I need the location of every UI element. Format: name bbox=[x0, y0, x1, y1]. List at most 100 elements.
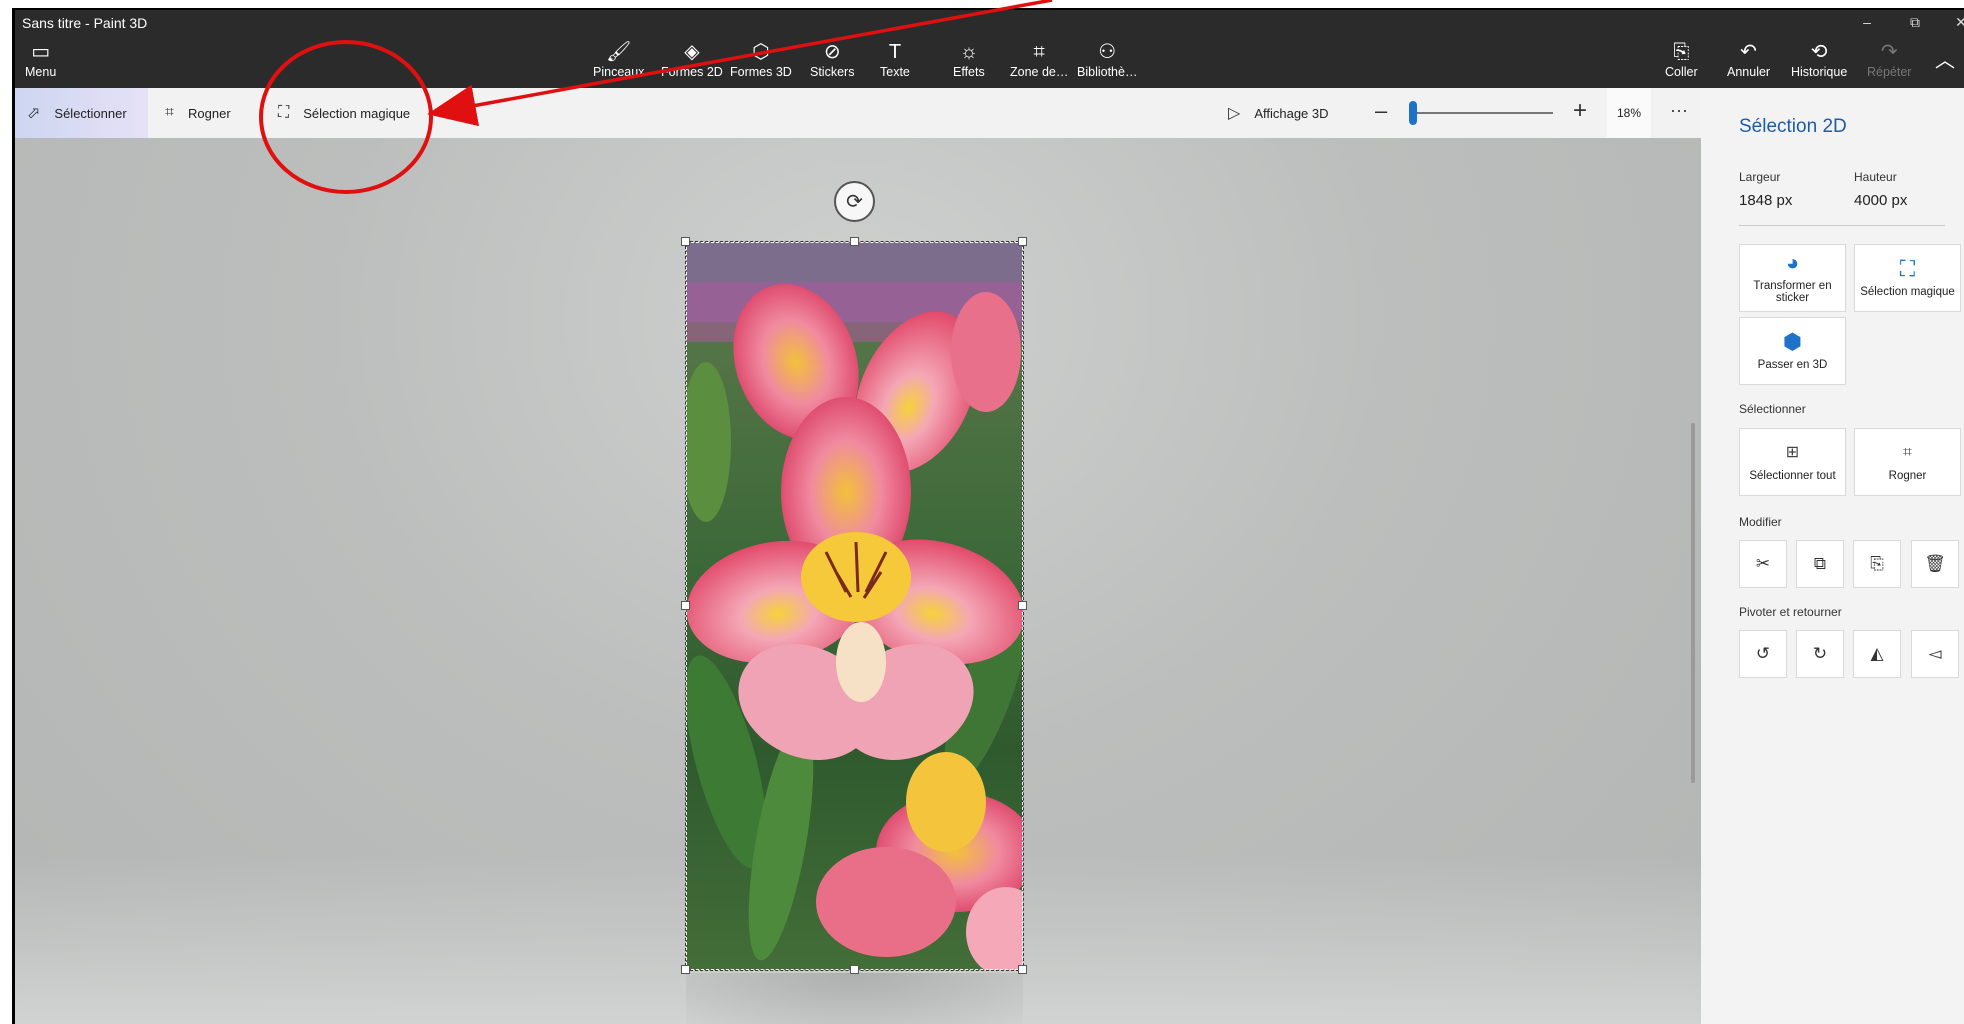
panel-crop-button[interactable]: ⌗ Rogner bbox=[1854, 428, 1961, 496]
width-value[interactable]: 1848 px bbox=[1739, 192, 1792, 209]
effects-label: Effets bbox=[953, 65, 985, 79]
restore-button[interactable]: ⧉ bbox=[1895, 14, 1935, 31]
paste-label: Coller bbox=[1665, 65, 1698, 79]
stickers-button[interactable]: ⊘ Stickers bbox=[810, 41, 854, 79]
panel-crop-label: Rogner bbox=[1888, 470, 1927, 482]
minimize-button[interactable]: – bbox=[1847, 14, 1887, 30]
canvas-label: Zone de… bbox=[1010, 65, 1069, 79]
make-sticker-button[interactable]: ◕ Transformer en sticker bbox=[1739, 244, 1846, 312]
select-tool-button[interactable]: ⬀ Sélectionner bbox=[15, 88, 148, 138]
shapes-2d-label: Formes 2D bbox=[661, 65, 723, 79]
undo-icon: ↶ bbox=[1740, 41, 1757, 63]
canvas-area[interactable]: ⟳ bbox=[15, 138, 1701, 1024]
more-options-icon[interactable]: ··· bbox=[1670, 100, 1688, 121]
cube-icon: ⬡ bbox=[752, 41, 770, 63]
copy-icon[interactable]: ⧉ bbox=[1796, 540, 1844, 588]
canvas-crop-icon: ⌗ bbox=[1033, 41, 1045, 63]
resize-handle-top-right[interactable] bbox=[1018, 237, 1027, 246]
magic-select-icon: ⛶ bbox=[1899, 256, 1916, 281]
shapes-2d-icon: ◈ bbox=[684, 41, 700, 63]
shapes-2d-button[interactable]: ◈ Formes 2D bbox=[661, 41, 723, 79]
resize-handle-bottom[interactable] bbox=[850, 965, 859, 974]
sticker-icon: ◕ bbox=[1785, 250, 1800, 275]
redo-icon: ↷ bbox=[1880, 41, 1898, 63]
sun-icon: ☼ bbox=[959, 41, 979, 63]
view-3d-toggle[interactable]: ▷ Affichage 3D bbox=[1228, 88, 1329, 138]
text-label: Texte bbox=[880, 65, 910, 79]
rotate-handle-icon[interactable]: ⟳ bbox=[834, 181, 875, 222]
shapes-3d-button[interactable]: ⬡ Formes 3D bbox=[730, 41, 792, 79]
panel-title: Sélection 2D bbox=[1739, 116, 1847, 137]
height-value[interactable]: 4000 px bbox=[1854, 192, 1907, 209]
library-button[interactable]: ⚇ Bibliothè… bbox=[1077, 41, 1137, 79]
make-3d-label: Passer en 3D bbox=[1757, 359, 1828, 371]
history-button[interactable]: ⟲ Historique bbox=[1791, 41, 1847, 79]
zoom-slider[interactable] bbox=[1410, 112, 1553, 114]
resize-handle-right[interactable] bbox=[1018, 601, 1027, 610]
crop-icon: ⌗ bbox=[165, 104, 175, 121]
selection-2d-panel: Sélection 2D Largeur 1848 px Hauteur 400… bbox=[1701, 88, 1964, 1024]
brushes-button[interactable]: 🖌 Pinceaux bbox=[593, 41, 644, 79]
paste-icon[interactable]: ⎘ bbox=[1853, 540, 1901, 588]
zoom-out-button[interactable]: – bbox=[1375, 98, 1387, 124]
rotate-left-icon[interactable]: ↺ bbox=[1739, 630, 1787, 678]
paste-button[interactable]: ⎘ Coller bbox=[1665, 41, 1698, 79]
text-button[interactable]: T Texte bbox=[880, 41, 910, 79]
undo-label: Annuler bbox=[1727, 65, 1771, 79]
make-3d-button[interactable]: ⬢ Passer en 3D bbox=[1739, 317, 1846, 385]
select-all-label: Sélectionner tout bbox=[1749, 470, 1836, 482]
view-3d-label: Affichage 3D bbox=[1254, 105, 1329, 121]
select-all-icon: ⊞ bbox=[1785, 444, 1800, 461]
collapse-ribbon-button[interactable]: ︿ bbox=[1935, 50, 1955, 72]
flip-horizontal-icon[interactable]: ◭ bbox=[1853, 630, 1901, 678]
app-window: Sans titre - Paint 3D – ⧉ ✕ ▭ Menu 🖌 Pin… bbox=[12, 8, 1964, 1024]
panel-magic-select-label: Sélection magique bbox=[1860, 286, 1955, 298]
zoom-percentage[interactable]: 18% bbox=[1607, 88, 1651, 138]
delete-icon[interactable]: 🗑 bbox=[1911, 540, 1959, 588]
stickers-label: Stickers bbox=[810, 65, 855, 79]
redo-label: Répéter bbox=[1867, 65, 1912, 79]
menu-label: Menu bbox=[25, 65, 57, 79]
cut-icon[interactable]: ✂ bbox=[1739, 540, 1787, 588]
make-sticker-label: Transformer en sticker bbox=[1753, 280, 1832, 304]
panel-divider bbox=[1739, 225, 1945, 226]
undo-button[interactable]: ↶ Annuler bbox=[1727, 41, 1770, 79]
magic-select-icon: ⛶ bbox=[278, 104, 290, 121]
resize-handle-bottom-right[interactable] bbox=[1018, 965, 1027, 974]
rotate-section-label: Pivoter et retourner bbox=[1739, 605, 1842, 619]
library-icon: ⚇ bbox=[1098, 41, 1117, 63]
zoom-slider-thumb[interactable] bbox=[1408, 101, 1417, 125]
folder-icon: ▭ bbox=[31, 41, 51, 63]
crop-tool-label: Rogner bbox=[188, 105, 231, 121]
width-label: Largeur bbox=[1739, 170, 1781, 184]
select-all-button[interactable]: ⊞ Sélectionner tout bbox=[1739, 428, 1846, 496]
effects-button[interactable]: ☼ Effets bbox=[953, 41, 985, 79]
sticker-icon: ⊘ bbox=[823, 41, 841, 63]
crop-icon: ⌗ bbox=[1902, 444, 1912, 461]
edit-section-label: Modifier bbox=[1739, 515, 1782, 529]
magic-select-tool-button[interactable]: ⛶ Sélection magique bbox=[278, 88, 410, 138]
resize-handle-left[interactable] bbox=[681, 601, 690, 610]
selection-box[interactable] bbox=[685, 241, 1024, 971]
rotate-right-icon[interactable]: ↻ bbox=[1796, 630, 1844, 678]
magic-select-tool-label: Sélection magique bbox=[303, 105, 411, 121]
resize-handle-top[interactable] bbox=[850, 237, 859, 246]
paste-icon: ⎘ bbox=[1673, 41, 1690, 63]
selection-toolbar: ⬀ Sélectionner ⌗ Rogner ⛶ Sélection magi… bbox=[15, 88, 1701, 138]
resize-handle-bottom-left[interactable] bbox=[681, 965, 690, 974]
vertical-scrollbar[interactable] bbox=[1691, 423, 1695, 783]
cube-icon: ⬢ bbox=[1782, 329, 1803, 354]
resize-handle-top-left[interactable] bbox=[681, 237, 690, 246]
title-ribbon-bar: Sans titre - Paint 3D – ⧉ ✕ ▭ Menu 🖌 Pin… bbox=[15, 10, 1964, 88]
image-shadow bbox=[686, 973, 1023, 1024]
close-button[interactable]: ✕ bbox=[1941, 14, 1964, 31]
crop-tool-button[interactable]: ⌗ Rogner bbox=[165, 88, 231, 138]
canvas-button[interactable]: ⌗ Zone de… bbox=[1010, 41, 1068, 79]
select-tool-label: Sélectionner bbox=[54, 105, 127, 121]
panel-magic-select-button[interactable]: ⛶ Sélection magique bbox=[1854, 244, 1961, 312]
zoom-in-button[interactable]: + bbox=[1573, 97, 1587, 125]
shapes-3d-label: Formes 3D bbox=[730, 65, 792, 79]
menu-button[interactable]: ▭ Menu bbox=[25, 41, 56, 79]
flip-vertical-icon[interactable]: ◅ bbox=[1911, 630, 1959, 678]
redo-button[interactable]: ↷ Répéter bbox=[1867, 41, 1911, 79]
